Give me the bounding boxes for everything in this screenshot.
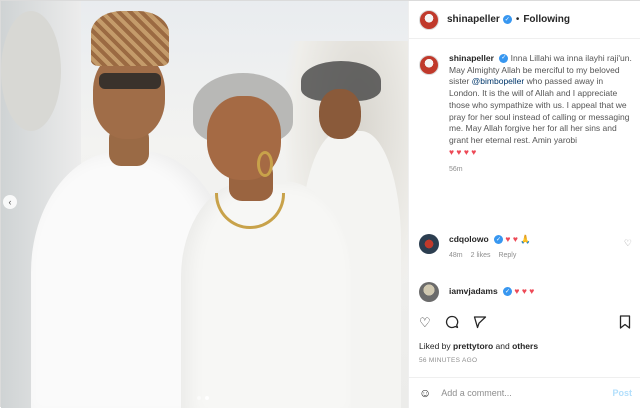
avatar[interactable] — [419, 9, 439, 30]
comment-body: iamvjadams ✓ ♥ ♥ ♥ — [449, 286, 535, 297]
carousel-dot — [197, 396, 201, 400]
following-button[interactable]: Following — [523, 14, 570, 25]
man-sunglasses — [99, 73, 161, 89]
man-embroidered-cap — [91, 11, 169, 66]
comment-reply-button[interactable]: Reply — [498, 252, 516, 259]
post-actions: ♡ — [419, 315, 487, 331]
header-separator: • — [515, 14, 520, 25]
chevron-left-icon: ‹ — [8, 197, 12, 207]
comment-likes[interactable]: 2 likes — [471, 252, 491, 259]
comment-like-heart-icon[interactable]: ♡ — [624, 238, 632, 249]
comment-item: iamvjadams ✓ ♥ ♥ ♥ — [419, 282, 634, 302]
save-bookmark-icon[interactable] — [619, 315, 631, 329]
mention-link[interactable]: @bimbopeller — [472, 76, 525, 86]
header-username[interactable]: shinapeller — [447, 14, 500, 25]
caption-body-part2: who passed away in London. It is the wil… — [449, 76, 630, 145]
caption-avatar[interactable] — [419, 55, 439, 75]
gold-earring — [257, 151, 273, 177]
background-person-face — [319, 89, 361, 139]
carousel-dot-active — [205, 396, 209, 400]
post-timestamp[interactable]: 56 MINUTES AGO — [419, 357, 477, 364]
post-comment-button[interactable]: Post — [612, 388, 632, 398]
liked-by-prefix: Liked by — [419, 341, 454, 351]
caption-text: shinapeller ✓ Inna Lillahi wa inna ilayh… — [449, 53, 634, 176]
comment-text: ♥ ♥ 🙏 — [505, 234, 531, 244]
liked-by-user[interactable]: prettytoro — [453, 341, 493, 351]
comment-avatar[interactable] — [419, 282, 439, 302]
comment-text: ♥ ♥ ♥ — [514, 286, 535, 296]
comment-body: cdqolowo ✓ ♥ ♥ 🙏 48m 2 likes Reply — [449, 234, 531, 259]
comment-item: cdqolowo ✓ ♥ ♥ 🙏 48m 2 likes Reply ♡ — [419, 234, 634, 259]
liked-by-others[interactable]: others — [512, 341, 538, 351]
caption-hearts: ♥ ♥ ♥ ♥ — [449, 146, 477, 157]
add-comment-bar: ☺ Post — [409, 377, 640, 408]
caption-time: 56m — [449, 166, 463, 174]
comment-username[interactable]: cdqolowo — [449, 234, 489, 244]
previous-photo-button[interactable]: ‹ — [3, 195, 17, 209]
instagram-post: ‹ shinapeller ✓ • Following shinapeller … — [0, 0, 640, 408]
post-caption: shinapeller ✓ Inna Lillahi wa inna ilayh… — [419, 53, 634, 176]
verified-badge-icon: ✓ — [503, 287, 513, 297]
comment-input[interactable] — [441, 388, 613, 398]
comment-time: 48m — [449, 252, 463, 259]
like-heart-icon[interactable]: ♡ — [419, 315, 431, 331]
verified-badge-icon: ✓ — [499, 54, 509, 64]
liked-by-suffix: and — [493, 341, 513, 351]
liked-by: Liked by prettytoro and others — [419, 341, 538, 351]
background-blur — [1, 11, 61, 131]
post-photo[interactable]: ‹ — [1, 1, 408, 408]
verified-badge-icon: ✓ — [502, 15, 512, 24]
carousel-indicator — [197, 396, 209, 400]
emoji-icon[interactable]: ☺ — [419, 386, 431, 400]
post-header: shinapeller ✓ • Following — [409, 1, 640, 39]
post-side-panel: shinapeller ✓ • Following shinapeller ✓ … — [408, 1, 640, 408]
comment-avatar[interactable] — [419, 234, 439, 254]
comment-icon[interactable] — [445, 315, 459, 331]
verified-badge-icon: ✓ — [494, 235, 504, 245]
caption-username[interactable]: shinapeller — [449, 53, 494, 63]
comment-meta: 48m 2 likes Reply — [449, 252, 531, 259]
share-paper-plane-icon[interactable] — [473, 315, 487, 331]
comment-username[interactable]: iamvjadams — [449, 286, 498, 296]
